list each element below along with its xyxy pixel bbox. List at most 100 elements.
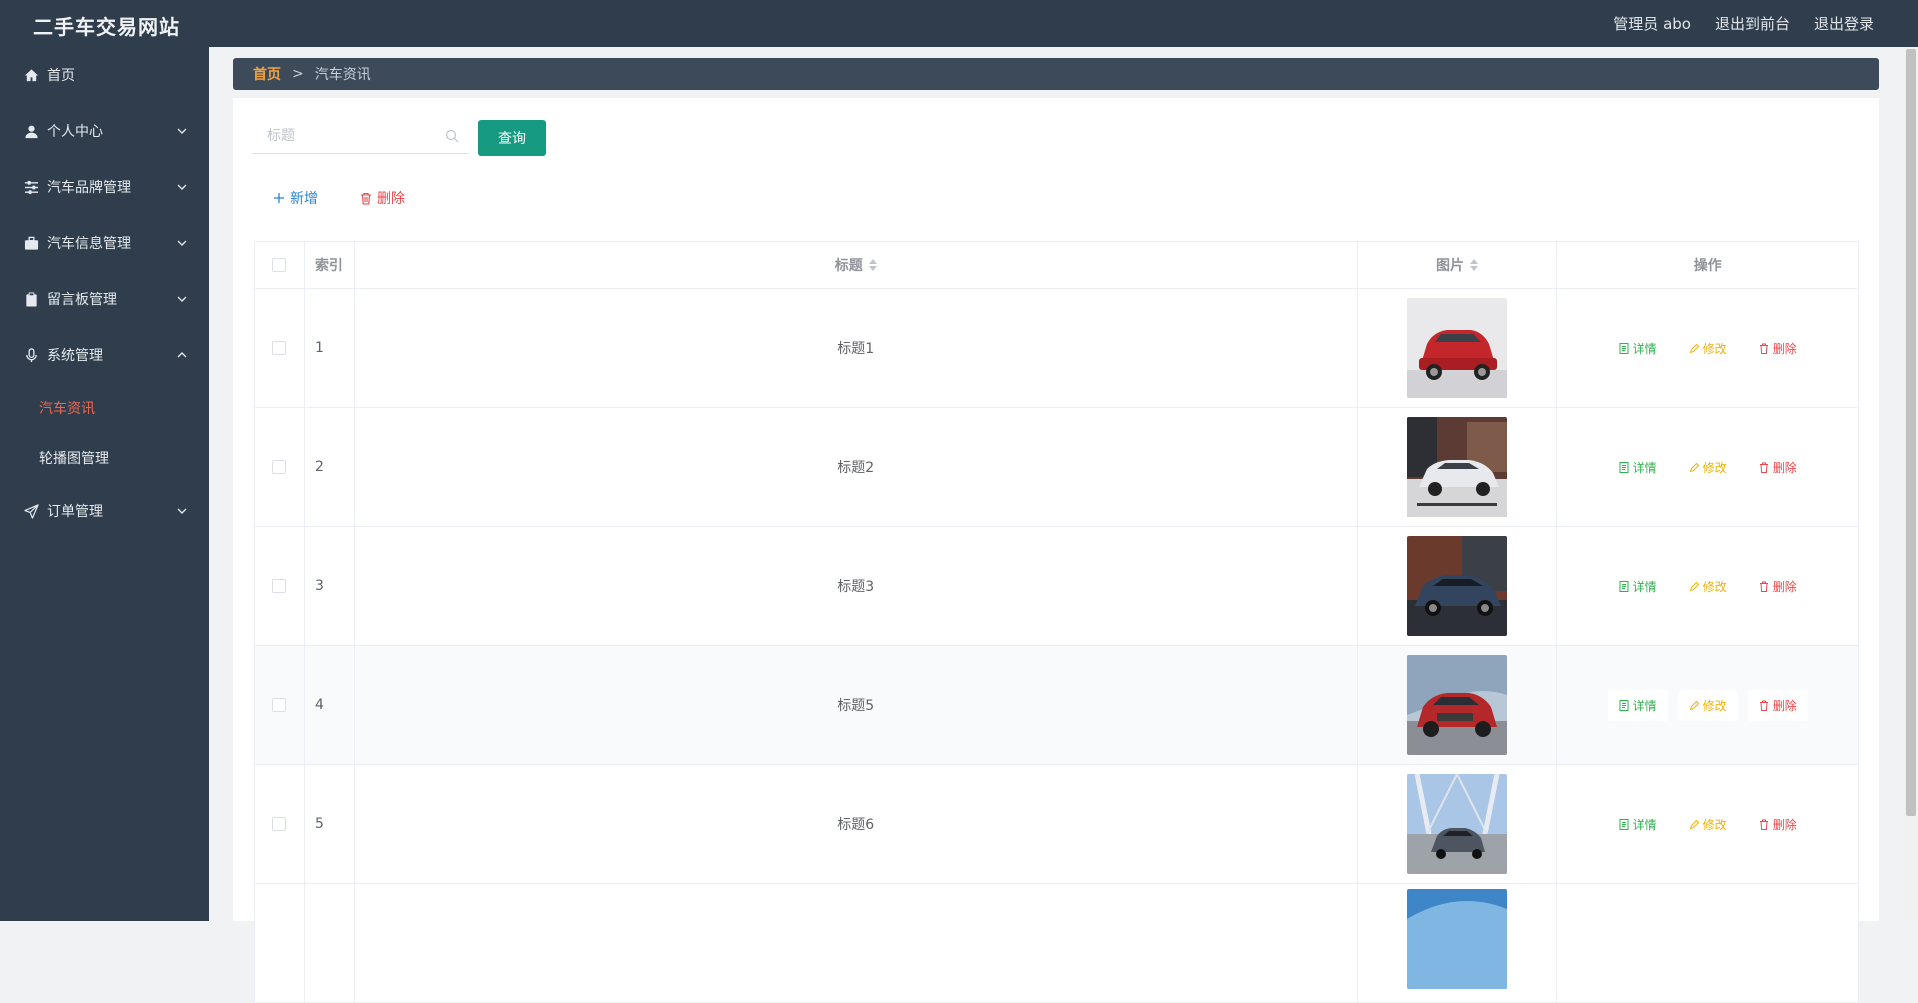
- table-row: 5 标题6 详情 修改 删除: [255, 765, 1858, 884]
- breadcrumb-home-link[interactable]: 首页: [253, 64, 281, 84]
- logout-link[interactable]: 退出登录: [1814, 13, 1874, 34]
- detail-button[interactable]: 详情: [1608, 452, 1668, 483]
- edit-label: 修改: [1702, 579, 1727, 594]
- row-checkbox[interactable]: [272, 460, 287, 474]
- table-row: 4 标题5 详情 修改 删除: [255, 646, 1858, 765]
- edit-icon: [1689, 581, 1699, 591]
- edit-button[interactable]: 修改: [1678, 809, 1738, 840]
- search-icon: [445, 129, 459, 143]
- breadcrumb-separator: >: [292, 66, 304, 82]
- row-title: 标题5: [355, 646, 1358, 764]
- detail-button[interactable]: 详情: [1608, 571, 1668, 602]
- column-header-image[interactable]: 图片: [1358, 242, 1558, 288]
- column-header-index: 索引: [305, 242, 355, 288]
- car-thumbnail[interactable]: [1407, 889, 1507, 989]
- car-thumbnail[interactable]: [1407, 536, 1507, 636]
- delete-button[interactable]: 删除: [1747, 689, 1808, 721]
- edit-button[interactable]: 修改: [1678, 571, 1738, 602]
- detail-label: 详情: [1632, 341, 1657, 356]
- detail-button[interactable]: 详情: [1608, 333, 1668, 364]
- sidebar-item-label: 首页: [47, 68, 75, 84]
- trash-icon: [361, 192, 371, 205]
- sort-icon[interactable]: [868, 259, 877, 271]
- delete-button[interactable]: 删除: [1748, 333, 1808, 364]
- document-icon: [1619, 461, 1629, 473]
- delete-label: 删除: [1772, 817, 1797, 832]
- edit-button[interactable]: 修改: [1677, 689, 1738, 721]
- query-button[interactable]: 查询: [478, 120, 546, 156]
- chevron-up-icon: [177, 352, 187, 358]
- sidebar-item-personal-center[interactable]: 个人中心: [0, 103, 209, 159]
- batch-delete-label: 删除: [377, 191, 405, 207]
- admin-user-label: 管理员 abo: [1613, 15, 1691, 33]
- delete-button[interactable]: 删除: [1748, 571, 1808, 602]
- table-row: 1 标题1 详情 修改 删除: [255, 289, 1858, 408]
- row-checkbox[interactable]: [272, 579, 287, 593]
- table-row: 2 标题2 详情 修改 删除: [255, 408, 1858, 527]
- chevron-down-icon: [177, 184, 187, 190]
- main-panel: 查询 新增 删除 索引 标题 图片 操作 1 标题1: [233, 98, 1879, 1003]
- detail-button[interactable]: 详情: [1608, 809, 1668, 840]
- add-button[interactable]: 新增: [273, 188, 318, 208]
- edit-label: 修改: [1702, 698, 1727, 713]
- user-icon: [23, 123, 39, 139]
- row-title: 标题6: [355, 765, 1358, 883]
- edit-button[interactable]: 修改: [1678, 452, 1738, 483]
- sidebar-item-label: 系统管理: [47, 348, 103, 364]
- edit-icon: [1689, 462, 1699, 472]
- delete-button[interactable]: 删除: [1748, 452, 1808, 483]
- table-header: 索引 标题 图片 操作: [255, 242, 1858, 289]
- breadcrumb: 首页 > 汽车资讯: [233, 58, 1879, 90]
- page-scrollbar-thumb[interactable]: [1906, 49, 1916, 816]
- delete-label: 删除: [1772, 698, 1797, 713]
- sidebar-item-car-info-management[interactable]: 汽车信息管理: [0, 215, 209, 271]
- select-all-checkbox[interactable]: [272, 258, 287, 272]
- trash-icon: [1759, 700, 1768, 711]
- send-icon: [23, 503, 39, 519]
- row-index: 5: [305, 765, 355, 883]
- top-bar: 二手车交易网站 管理员 abo 退出到前台 退出登录: [0, 0, 1918, 47]
- clipboard-icon: [23, 291, 39, 307]
- document-icon: [1619, 699, 1629, 711]
- row-title: 标题3: [355, 527, 1358, 645]
- car-thumbnail[interactable]: [1407, 774, 1507, 874]
- search-input[interactable]: [252, 118, 468, 153]
- row-index: 4: [305, 646, 355, 764]
- edit-button[interactable]: 修改: [1678, 333, 1738, 364]
- sidebar-subitem-car-news[interactable]: 汽车资讯: [0, 383, 209, 433]
- chevron-down-icon: [177, 240, 187, 246]
- chevron-down-icon: [177, 296, 187, 302]
- detail-label: 详情: [1632, 460, 1657, 475]
- column-header-title[interactable]: 标题: [355, 242, 1358, 288]
- document-icon: [1619, 818, 1629, 830]
- row-checkbox[interactable]: [272, 817, 287, 831]
- column-header-image-label: 图片: [1436, 258, 1464, 274]
- row-checkbox[interactable]: [272, 698, 287, 712]
- row-checkbox[interactable]: [272, 341, 287, 355]
- car-thumbnail[interactable]: [1407, 655, 1507, 755]
- detail-button[interactable]: 详情: [1607, 689, 1668, 721]
- sidebar-item-label: 个人中心: [47, 124, 103, 140]
- delete-button[interactable]: 删除: [1748, 809, 1808, 840]
- edit-label: 修改: [1702, 460, 1727, 475]
- row-index: 1: [305, 289, 355, 407]
- exit-to-front-link[interactable]: 退出到前台: [1715, 13, 1790, 34]
- sliders-icon: [23, 179, 39, 195]
- sidebar-item-label: 汽车品牌管理: [47, 180, 131, 196]
- row-index: 3: [305, 527, 355, 645]
- car-thumbnail[interactable]: [1407, 417, 1507, 517]
- sidebar-subitem-carousel-management[interactable]: 轮播图管理: [0, 433, 209, 483]
- sidebar-item-brand-management[interactable]: 汽车品牌管理: [0, 159, 209, 215]
- document-icon: [1619, 342, 1629, 354]
- chevron-down-icon: [177, 508, 187, 514]
- sidebar-item-order-management[interactable]: 订单管理: [0, 483, 209, 539]
- sort-icon[interactable]: [1470, 259, 1478, 271]
- microphone-icon: [23, 347, 39, 363]
- news-table: 索引 标题 图片 操作 1 标题1 详情 修改 删除 2 标题2 详情 修改 删…: [254, 241, 1859, 1003]
- car-thumbnail[interactable]: [1407, 298, 1507, 398]
- sidebar-item-system-management[interactable]: 系统管理: [0, 327, 209, 383]
- row-index: 2: [305, 408, 355, 526]
- sidebar-item-home[interactable]: 首页: [0, 47, 209, 103]
- sidebar-item-message-board[interactable]: 留言板管理: [0, 271, 209, 327]
- batch-delete-button[interactable]: 删除: [360, 188, 405, 208]
